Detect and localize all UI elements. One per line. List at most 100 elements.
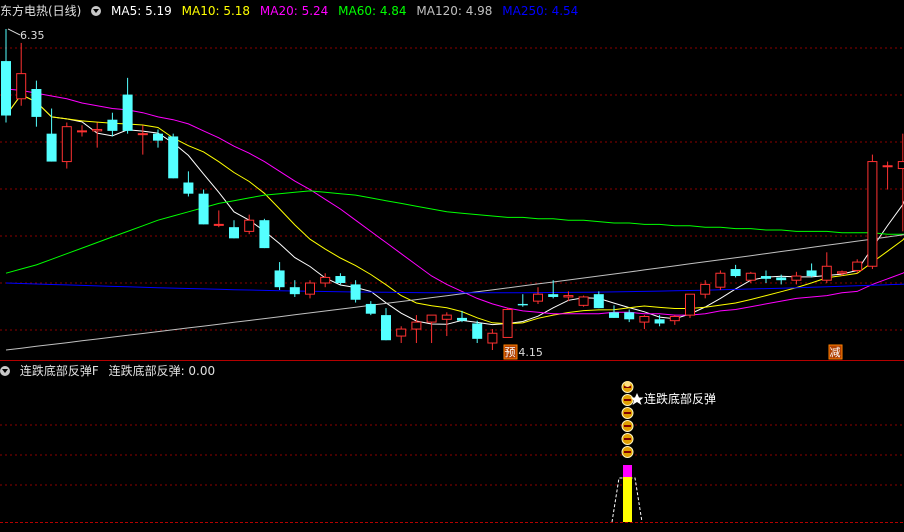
kline-chart[interactable]: 6.35 4.15预 减 连跌底部反弹 — [0, 0, 904, 532]
candle-body — [350, 284, 361, 300]
candle-body — [715, 272, 726, 288]
marker-yu: 预 — [503, 344, 518, 360]
indicator-title[interactable]: 连跌底部反弹F — [20, 364, 99, 378]
ma10-line — [5, 93, 904, 325]
annotations: 6.35 4.15预 减 — [7, 28, 843, 360]
candle-body — [441, 314, 452, 320]
candle-body — [685, 293, 695, 316]
candle-body — [700, 283, 711, 295]
candle-body — [897, 161, 904, 170]
candle-body — [229, 227, 239, 239]
candle-body — [31, 88, 42, 117]
candle-body — [289, 287, 300, 295]
candle-body — [107, 119, 118, 131]
coin-icon-mark — [624, 438, 631, 440]
candle-body — [320, 276, 331, 284]
ma5-label: MA5: 5.19 — [111, 4, 172, 18]
candle-body — [335, 276, 346, 284]
ma120-line — [5, 234, 904, 351]
candle-body — [730, 269, 741, 277]
high-pointer — [7, 28, 21, 36]
candle-body — [776, 277, 787, 281]
candle-body — [791, 275, 802, 281]
ma5-line — [5, 93, 904, 326]
candle-body — [198, 193, 209, 225]
candle-body — [411, 321, 422, 330]
candle-body — [426, 314, 437, 323]
candle-body — [609, 312, 619, 318]
indicator-value: 连跌底部反弹: 0.00 — [108, 364, 216, 378]
coin-icon — [624, 381, 631, 387]
candle-body — [837, 271, 847, 274]
ma60-line — [5, 190, 904, 274]
candle-body — [882, 165, 893, 168]
main-legend: 东方电热(日线) MA5: 5.19 MA10: 5.18 MA20: 5.24… — [0, 2, 584, 20]
candle-body — [16, 73, 27, 100]
candle-body — [137, 133, 148, 136]
candle-body — [259, 220, 270, 249]
candle-body — [654, 319, 665, 324]
candle-body — [61, 126, 72, 163]
candle-body — [77, 130, 87, 133]
candle-body — [365, 303, 376, 314]
sub-legend: 连跌底部反弹F 连跌底部反弹: 0.00 — [0, 362, 221, 380]
candle-body — [472, 323, 483, 339]
candle-body — [153, 133, 163, 141]
marker-yu-text: 预 — [505, 346, 516, 359]
candle-body — [1, 61, 11, 116]
candle-body — [244, 219, 255, 232]
candle-body — [821, 265, 832, 281]
dropdown-icon[interactable] — [91, 6, 102, 16]
coin-icon-mark — [624, 412, 631, 414]
candle-body — [563, 295, 574, 298]
candle-body — [548, 294, 559, 297]
candle-body — [624, 312, 635, 320]
candle-body — [852, 261, 863, 271]
candle-body — [457, 317, 467, 321]
candle-body — [396, 328, 407, 337]
candle-body — [578, 296, 589, 306]
signal-bar — [623, 477, 632, 522]
ma60-label: MA60: 4.84 — [338, 4, 407, 18]
candle-body — [639, 316, 650, 323]
candle-body — [46, 133, 57, 162]
candle-body — [92, 128, 103, 132]
candle-body — [761, 276, 771, 279]
candle-body — [183, 182, 194, 194]
candle-body — [213, 223, 224, 226]
marker-jian-text: 减 — [830, 346, 841, 359]
ma10-label: MA10: 5.18 — [181, 4, 251, 18]
candle-body — [487, 332, 498, 344]
candle-body — [867, 161, 878, 267]
high-label: 6.35 — [20, 29, 45, 42]
coin-icon-mark — [624, 451, 631, 453]
candle-body — [669, 316, 680, 322]
candle-body — [168, 136, 179, 179]
ma20-label: MA20: 5.24 — [259, 4, 329, 18]
signal-label: 连跌底部反弹 — [644, 391, 716, 406]
candle-body — [381, 315, 391, 341]
moving-average-lines — [5, 88, 904, 351]
ma20-line — [5, 88, 904, 316]
ma120-label: MA120: 4.98 — [416, 4, 493, 18]
chart-title[interactable]: 东方电热(日线) — [0, 4, 81, 18]
ma250-line — [5, 282, 904, 294]
dropdown-icon[interactable] — [0, 366, 10, 376]
candle-body — [593, 294, 604, 309]
signal-bar-top — [623, 465, 632, 477]
candle-body — [122, 94, 133, 131]
coin-icon-mark — [624, 425, 631, 427]
coin-icon-mark — [624, 399, 631, 401]
candle-body — [806, 270, 817, 277]
candle-body — [274, 270, 285, 288]
ma250-label: MA250: 4.54 — [502, 4, 579, 18]
candle-body — [305, 282, 315, 295]
grid-lines — [0, 47, 904, 523]
candle-body — [533, 293, 543, 302]
candle-body — [745, 272, 756, 281]
candle-body — [502, 309, 513, 338]
marker-jian: 减 — [828, 344, 843, 360]
candle-body — [517, 303, 528, 306]
sub-indicator-panel: 连跌底部反弹 — [611, 381, 716, 523]
low-label: 4.15 — [518, 346, 543, 359]
